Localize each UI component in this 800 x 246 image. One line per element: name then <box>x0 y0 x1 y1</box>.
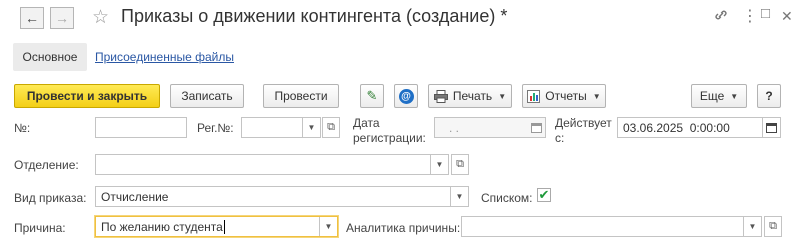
post-and-close-label: Провести и закрыть <box>26 89 148 103</box>
reports-button[interactable]: Отчеты ▼ <box>522 84 606 108</box>
post-button[interactable]: Провести <box>263 84 339 108</box>
calendar-icon[interactable] <box>762 118 780 137</box>
post-and-close-button[interactable]: Провести и закрыть <box>14 84 160 108</box>
reports-label: Отчеты <box>545 89 587 103</box>
reason-analytics-label: Аналитика причины: <box>346 221 461 235</box>
report-chart-icon <box>527 89 541 103</box>
chevron-down-icon[interactable]: ▼ <box>450 187 468 206</box>
save-label: Записать <box>181 89 233 103</box>
edit-document-button[interactable]: ✎ <box>360 84 384 108</box>
back-button[interactable]: ← <box>20 7 44 29</box>
chevron-down-icon[interactable]: ▼ <box>430 155 448 174</box>
open-form-icon: ⧉ <box>769 220 777 232</box>
tab-main[interactable]: Основное <box>13 43 87 71</box>
arrow-right-icon: → <box>55 10 69 26</box>
open-reg-number-button[interactable]: ⧉ <box>322 117 340 138</box>
reason-value: По желанию студента <box>101 219 223 234</box>
chevron-down-icon[interactable]: ▼ <box>302 118 320 137</box>
text-cursor <box>223 219 225 234</box>
link-icon[interactable] <box>714 8 728 25</box>
page-title: Приказы о движении контингента (создание… <box>121 6 508 26</box>
open-department-button[interactable]: ⧉ <box>451 154 469 175</box>
order-type-value: Отчисление <box>101 189 169 204</box>
number-label: №: <box>14 121 31 135</box>
print-label: Печать <box>452 89 493 103</box>
order-type-field[interactable]: Отчисление ▼ <box>95 186 469 207</box>
effective-date-value: 03.06.2025 0:00:00 <box>623 120 730 135</box>
chevron-down-icon[interactable]: ▼ <box>319 217 337 236</box>
arrow-left-icon: ← <box>25 10 39 26</box>
list-label: Списком: <box>481 191 533 205</box>
printer-icon <box>433 89 448 103</box>
help-label: ? <box>765 89 773 103</box>
open-reason-analytics-button[interactable]: ⧉ <box>764 216 782 237</box>
effective-label-line2: с: <box>555 131 565 145</box>
reason-analytics-field[interactable]: ▼ <box>461 216 762 237</box>
tab-attached-files[interactable]: Присоединенные файлы <box>95 50 234 64</box>
pencil-icon: ✎ <box>366 88 378 103</box>
more-actions-label: Еще <box>699 89 725 103</box>
favorite-star-icon[interactable]: ☆ <box>92 6 109 29</box>
reg-date-label: Дата регистрации: <box>353 116 426 146</box>
chevron-down-icon: ▼ <box>730 91 739 101</box>
close-icon[interactable]: ✕ <box>781 8 793 25</box>
help-button[interactable]: ? <box>757 84 781 108</box>
open-form-icon: ⧉ <box>327 121 335 133</box>
department-label: Отделение: <box>14 158 79 172</box>
list-checkbox[interactable]: ✔ <box>537 187 551 202</box>
maximize-icon[interactable]: □ <box>761 5 770 22</box>
post-label: Провести <box>274 89 328 103</box>
reg-number-label: Рег.№: <box>197 121 234 135</box>
department-field[interactable]: ▼ <box>95 154 449 175</box>
reg-date-label-line2: регистрации: <box>353 131 426 145</box>
save-button[interactable]: Записать <box>170 84 244 108</box>
open-form-icon: ⧉ <box>456 158 464 170</box>
calendar-icon[interactable] <box>527 118 545 137</box>
tab-main-label: Основное <box>22 50 78 64</box>
order-type-label: Вид приказа: <box>14 191 87 205</box>
email-button[interactable]: @ <box>394 84 418 108</box>
email-at-icon: @ <box>398 88 414 104</box>
reg-date-field[interactable]: . . <box>434 117 546 138</box>
reason-label: Причина: <box>14 221 66 235</box>
chevron-down-icon: ▼ <box>592 91 601 101</box>
reason-field[interactable]: По желанию студента ▼ <box>95 216 338 237</box>
more-icon[interactable]: ⋮ <box>742 6 758 26</box>
reg-number-field[interactable]: ▼ <box>241 117 321 138</box>
chevron-down-icon[interactable]: ▼ <box>743 217 761 236</box>
effective-label-line1: Действует <box>555 116 612 130</box>
reg-date-value: . . <box>449 120 460 135</box>
checkmark-icon: ✔ <box>538 187 550 202</box>
more-actions-button[interactable]: Еще ▼ <box>691 84 747 108</box>
effective-date-field[interactable]: 03.06.2025 0:00:00 <box>617 117 781 138</box>
chevron-down-icon: ▼ <box>498 91 507 101</box>
print-button[interactable]: Печать ▼ <box>428 84 512 108</box>
reg-date-label-line1: Дата <box>353 116 380 130</box>
number-field[interactable] <box>95 117 187 138</box>
forward-button[interactable]: → <box>50 7 74 29</box>
effective-date-label: Действует с: <box>555 116 612 146</box>
